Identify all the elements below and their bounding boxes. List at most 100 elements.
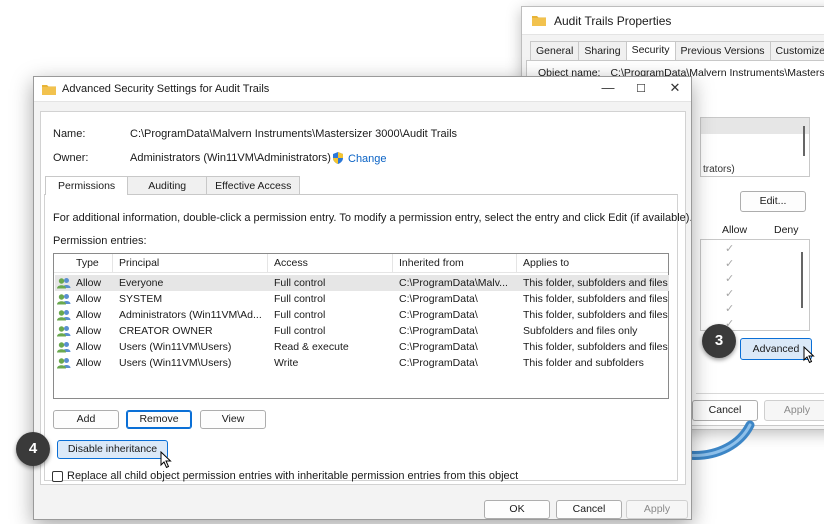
users-icon bbox=[57, 310, 71, 321]
table-row[interactable]: Allow CREATOR OWNER Full control C:\Prog… bbox=[55, 323, 669, 339]
minimize-button[interactable]: — bbox=[597, 80, 619, 95]
table-row[interactable]: Allow SYSTEM Full control C:\ProgramData… bbox=[55, 291, 669, 307]
cancel-button[interactable]: Cancel bbox=[556, 500, 622, 519]
close-button[interactable]: ✕ bbox=[664, 80, 686, 96]
row-type: Allow bbox=[76, 357, 102, 369]
tab-security[interactable]: Security bbox=[625, 41, 676, 60]
row-applies-to: This folder and subfolders bbox=[523, 357, 644, 369]
view-button[interactable]: View bbox=[200, 410, 266, 429]
replace-child-checkbox[interactable] bbox=[52, 471, 63, 482]
owner-value: Administrators (Win11VM\Administrators) bbox=[130, 152, 331, 164]
users-icon bbox=[57, 326, 71, 337]
name-label: Name: bbox=[53, 128, 86, 140]
advanced-button[interactable]: Advanced bbox=[740, 338, 812, 360]
col-applies-to[interactable]: Applies to bbox=[523, 257, 569, 269]
table-row[interactable]: Allow Administrators (Win11VM\Ad... Full… bbox=[55, 307, 669, 323]
row-principal: Administrators (Win11VM\Ad... bbox=[119, 309, 262, 321]
change-owner-link[interactable]: Change bbox=[332, 152, 387, 165]
col-principal[interactable]: Principal bbox=[119, 257, 159, 269]
row-applies-to: This folder, subfolders and files bbox=[523, 293, 668, 305]
owner-label: Owner: bbox=[53, 152, 89, 164]
row-principal: Everyone bbox=[119, 277, 164, 289]
row-inherited-from: C:\ProgramData\ bbox=[399, 309, 478, 321]
row-applies-to: Subfolders and files only bbox=[523, 325, 638, 337]
column-separator[interactable] bbox=[516, 254, 517, 272]
row-applies-to: This folder, subfolders and files bbox=[523, 277, 668, 289]
info-text: For additional information, double-click… bbox=[53, 212, 692, 224]
row-type: Allow bbox=[76, 277, 102, 289]
row-inherited-from: C:\ProgramData\ bbox=[399, 293, 478, 305]
properties-tabs: General Sharing Security Previous Versio… bbox=[530, 41, 824, 60]
edit-button[interactable]: Edit... bbox=[740, 191, 806, 212]
permission-entries-table[interactable]: Type Principal Access Inherited from App… bbox=[53, 253, 669, 399]
col-access[interactable]: Access bbox=[274, 257, 308, 269]
row-access: Full control bbox=[274, 325, 326, 337]
permission-entries-label: Permission entries: bbox=[53, 235, 147, 247]
advanced-titlebar: Advanced Security Settings for Audit Tra… bbox=[34, 77, 691, 102]
advanced-title: Advanced Security Settings for Audit Tra… bbox=[62, 83, 270, 95]
column-separator[interactable] bbox=[112, 254, 113, 272]
properties-title: Audit Trails Properties bbox=[554, 13, 672, 28]
allow-checkmarks: ✓ ✓ ✓ ✓ ✓ ✓ bbox=[725, 243, 735, 330]
permissions-list[interactable]: ✓ ✓ ✓ ✓ ✓ ✓ bbox=[700, 239, 810, 331]
advanced-tabs: Permissions Auditing Effective Access bbox=[45, 176, 301, 195]
group-list-scrollbar[interactable] bbox=[803, 126, 805, 156]
row-access: Read & execute bbox=[274, 341, 349, 353]
apply-button[interactable]: Apply bbox=[626, 500, 688, 519]
tab-sharing[interactable]: Sharing bbox=[578, 41, 627, 60]
users-icon bbox=[57, 342, 71, 353]
row-type: Allow bbox=[76, 293, 102, 305]
disable-inheritance-button[interactable]: Disable inheritance bbox=[57, 440, 168, 459]
add-button[interactable]: Add bbox=[53, 410, 119, 429]
mouse-cursor-icon bbox=[803, 346, 815, 364]
uac-shield-icon bbox=[333, 152, 343, 164]
group-list-selected-row[interactable] bbox=[701, 118, 809, 134]
row-access: Write bbox=[274, 357, 299, 369]
change-link-text[interactable]: Change bbox=[348, 153, 387, 165]
table-row[interactable]: Allow Users (Win11VM\Users) Read & execu… bbox=[55, 339, 669, 355]
users-icon bbox=[57, 358, 71, 369]
advanced-security-dialog: Advanced Security Settings for Audit Tra… bbox=[33, 76, 692, 520]
deny-column-header: Deny bbox=[774, 224, 799, 236]
name-value: C:\ProgramData\Malvern Instruments\Maste… bbox=[130, 128, 458, 140]
table-row[interactable]: Allow Everyone Full control C:\ProgramDa… bbox=[55, 275, 669, 291]
mouse-cursor-icon bbox=[160, 451, 172, 469]
properties-apply-button[interactable]: Apply bbox=[764, 400, 824, 421]
row-type: Allow bbox=[76, 341, 102, 353]
row-inherited-from: C:\ProgramData\ bbox=[399, 325, 478, 337]
row-type: Allow bbox=[76, 325, 102, 337]
row-type: Allow bbox=[76, 309, 102, 321]
col-inherited-from[interactable]: Inherited from bbox=[399, 257, 464, 269]
users-icon bbox=[57, 294, 71, 305]
tab-previous-versions[interactable]: Previous Versions bbox=[674, 41, 771, 60]
replace-child-label: Replace all child object permission entr… bbox=[67, 470, 519, 482]
row-principal: CREATOR OWNER bbox=[119, 325, 213, 337]
properties-titlebar: Audit Trails Properties ✕ bbox=[522, 7, 824, 35]
row-access: Full control bbox=[274, 293, 326, 305]
permissions-list-scrollbar[interactable] bbox=[801, 252, 803, 308]
row-access: Full control bbox=[274, 309, 326, 321]
row-inherited-from: C:\ProgramData\ bbox=[399, 357, 478, 369]
tab-permissions[interactable]: Permissions bbox=[45, 176, 129, 195]
row-access: Full control bbox=[274, 277, 326, 289]
row-inherited-from: C:\ProgramData\ bbox=[399, 341, 478, 353]
column-separator[interactable] bbox=[392, 254, 393, 272]
step-3-badge: 3 bbox=[702, 324, 736, 358]
remove-button[interactable]: Remove bbox=[126, 410, 192, 429]
folder-icon bbox=[532, 16, 546, 26]
table-header: Type Principal Access Inherited from App… bbox=[54, 254, 668, 273]
ok-button[interactable]: OK bbox=[484, 500, 550, 519]
column-separator[interactable] bbox=[267, 254, 268, 272]
footer-divider bbox=[696, 393, 824, 394]
col-type[interactable]: Type bbox=[76, 257, 99, 269]
group-list[interactable]: trators) bbox=[700, 117, 810, 177]
table-row[interactable]: Allow Users (Win11VM\Users) Write C:\Pro… bbox=[55, 355, 669, 371]
maximize-button[interactable]: ☐ bbox=[630, 82, 652, 95]
tab-general[interactable]: General bbox=[530, 41, 580, 60]
tab-customize[interactable]: Customize bbox=[769, 41, 824, 60]
tab-auditing[interactable]: Auditing bbox=[127, 176, 208, 194]
row-inherited-from: C:\ProgramData\Malv... bbox=[399, 277, 508, 289]
group-list-item-partial: trators) bbox=[703, 164, 735, 175]
row-applies-to: This folder, subfolders and files bbox=[523, 341, 668, 353]
tab-effective-access[interactable]: Effective Access bbox=[206, 176, 301, 194]
